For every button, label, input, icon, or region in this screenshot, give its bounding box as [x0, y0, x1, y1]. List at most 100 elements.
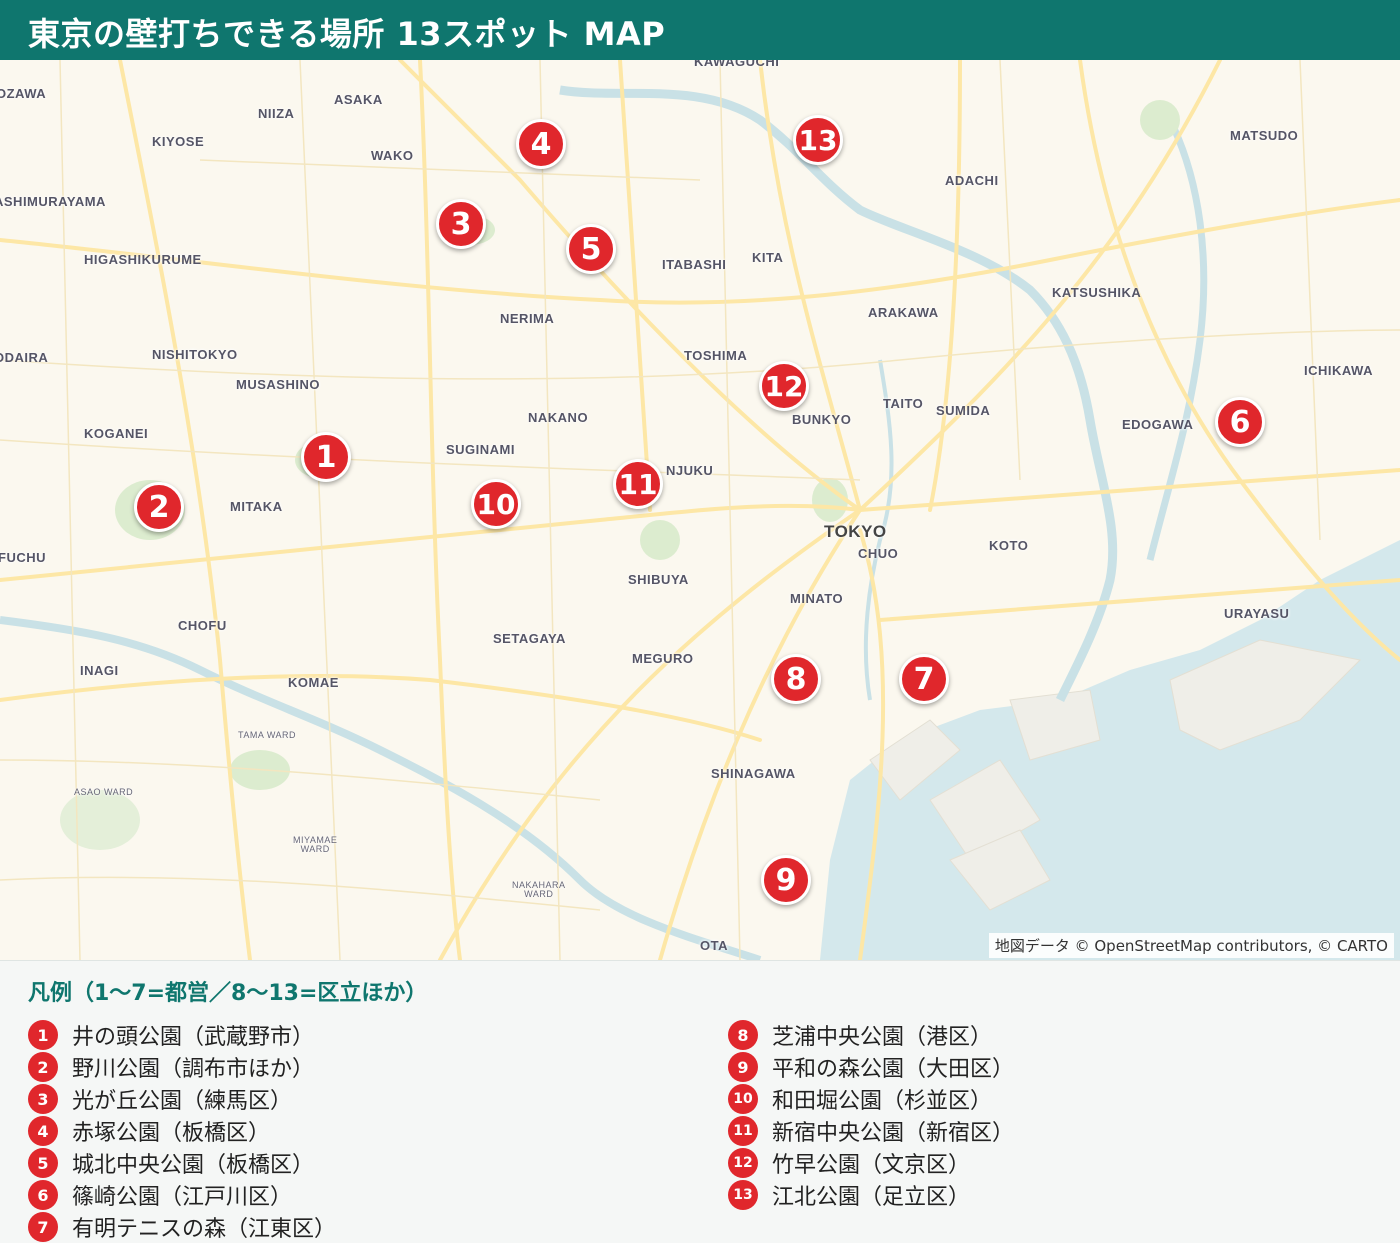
place-label-adachi: ADACHI: [945, 173, 999, 188]
place-label-higashikurume: HIGASHIKURUME: [84, 252, 202, 267]
place-label-suginami: SUGINAMI: [446, 442, 515, 457]
place-label-miyamae-ward: MIYAMAE WARD: [293, 835, 338, 854]
place-label-minato: MINATO: [790, 591, 844, 606]
place-label-matsudo: MATSUDO: [1230, 128, 1299, 143]
legend-label: 有明テニスの森（江東区）: [72, 1217, 337, 1242]
legend-label: 篠崎公園（江戸川区）: [72, 1185, 293, 1210]
place-label-chuo: CHUO: [858, 546, 899, 561]
legend-label: 光が丘公園（練馬区）: [72, 1089, 293, 1114]
legend-label: 城北中央公園（板橋区）: [72, 1153, 315, 1178]
legend-item-4: 4 赤塚公園（板橋区）: [28, 1115, 336, 1147]
place-label-nishitokyo: NISHITOKYO: [152, 347, 238, 362]
legend-number-badge: 3: [28, 1084, 58, 1114]
map-marker-2[interactable]: 2: [134, 482, 184, 532]
legend-label: 平和の森公園（大田区）: [772, 1057, 1015, 1082]
map-marker-8[interactable]: 8: [771, 654, 821, 704]
map-marker-12[interactable]: 12: [759, 361, 809, 411]
place-label-kita: KITA: [752, 250, 784, 265]
legend-number-badge: 4: [28, 1116, 58, 1146]
place-label-asao-ward: ASAO WARD: [74, 787, 134, 797]
place-label-asaka: ASAKA: [334, 92, 383, 107]
legend-item-3: 3 光が丘公園（練馬区）: [28, 1083, 336, 1115]
map-marker-9[interactable]: 9: [761, 855, 811, 905]
place-label-urayasu: URAYASU: [1224, 606, 1290, 621]
legend-item-8: 8 芝浦中央公園（港区）: [728, 1019, 1014, 1051]
place-label-nakano: NAKANO: [528, 410, 589, 425]
legend-item-9: 9 平和の森公園（大田区）: [728, 1051, 1014, 1083]
legend-item-2: 2 野川公園（調布市ほか）: [28, 1051, 336, 1083]
place-label-inagi: INAGI: [80, 663, 119, 678]
header-bar: 東京の壁打ちできる場所 13スポット MAP: [0, 0, 1400, 60]
legend-number-badge: 1: [28, 1020, 58, 1050]
place-label-ichikawa: ICHIKAWA: [1304, 363, 1373, 378]
place-label-koganei: KOGANEI: [84, 426, 149, 441]
place-label-nakahara-ward: NAKAHARA WARD: [512, 880, 566, 899]
map-marker-4[interactable]: 4: [516, 119, 566, 169]
place-label-shibuya: SHIBUYA: [628, 572, 689, 587]
legend-number-badge: 13: [728, 1180, 758, 1210]
legend-label: 和田堀公園（杉並区）: [772, 1089, 993, 1114]
legend-number-badge: 5: [28, 1148, 58, 1178]
place-label-bunkyo: BUNKYO: [792, 412, 852, 427]
legend-column-left: 1 井の頭公園（武蔵野市） 2 野川公園（調布市ほか） 3 光が丘公園（練馬区） 4 赤塚公園…: [28, 1019, 336, 1243]
page-title: 東京の壁打ちできる場所 13スポット MAP: [28, 15, 666, 53]
place-label-ashimurayama: ASHIMURAYAMA: [0, 194, 106, 209]
legend-label: 野川公園（調布市ほか）: [72, 1057, 315, 1082]
legend-item-11: 11 新宿中央公園（新宿区）: [728, 1115, 1014, 1147]
place-label-komae: KOMAE: [288, 675, 339, 690]
place-label-niiza: NIIZA: [258, 106, 295, 121]
legend-number-badge: 6: [28, 1180, 58, 1210]
map-marker-1[interactable]: 1: [301, 432, 351, 482]
place-label-kiyose: KIYOSE: [152, 134, 205, 149]
place-label-ota: OTA: [700, 938, 728, 953]
map-marker-7[interactable]: 7: [899, 654, 949, 704]
legend-label: 新宿中央公園（新宿区）: [772, 1121, 1015, 1146]
legend-item-13: 13 江北公園（足立区）: [728, 1179, 1014, 1211]
place-label-musashino: MUSASHINO: [236, 377, 320, 392]
map-basemap: [0, 60, 1400, 960]
map-marker-11[interactable]: 11: [613, 459, 663, 509]
legend-item-12: 12 竹早公園（文京区）: [728, 1147, 1014, 1179]
map-view[interactable]: OZAWA NIIZA ASAKA KAWAGUCHI KIYOSE WAKO MATSUD…: [0, 60, 1400, 960]
place-label-setagaya: SETAGAYA: [493, 631, 566, 646]
legend-number-badge: 9: [728, 1052, 758, 1082]
legend-label: 赤塚公園（板橋区）: [72, 1121, 271, 1146]
legend-number-badge: 12: [728, 1148, 758, 1178]
map-attribution[interactable]: 地図データ © OpenStreetMap contributors, © CA…: [988, 933, 1394, 958]
legend-item-6: 6 篠崎公園（江戸川区）: [28, 1179, 336, 1211]
place-label-sumida: SUMIDA: [936, 403, 991, 418]
place-label-tokyo: TOKYO: [824, 522, 887, 541]
map-marker-5[interactable]: 5: [566, 224, 616, 274]
place-label-fuchu: FUCHU: [0, 550, 46, 565]
legend-label: 江北公園（足立区）: [772, 1185, 971, 1210]
legend-number-badge: 10: [728, 1084, 758, 1114]
legend-title: 凡例（1〜7=都営／8〜13=区立ほか）: [28, 981, 428, 1006]
place-label-chofu: CHOFU: [178, 618, 227, 633]
place-label-toshima: TOSHIMA: [684, 348, 748, 363]
place-label-taito: TAITO: [883, 396, 924, 411]
place-label-katsushika: KATSUSHIKA: [1052, 285, 1142, 300]
map-marker-10[interactable]: 10: [471, 479, 521, 529]
legend-item-1: 1 井の頭公園（武蔵野市）: [28, 1019, 336, 1051]
legend-number-badge: 8: [728, 1020, 758, 1050]
place-label-koto: KOTO: [989, 538, 1029, 553]
place-label-arakawa: ARAKAWA: [868, 305, 939, 320]
place-label-tama-ward: TAMA WARD: [238, 730, 296, 740]
legend-column-right: 8 芝浦中央公園（港区） 9 平和の森公園（大田区） 10 和田堀公園（杉並区） 11 新宿中…: [728, 1019, 1014, 1211]
place-label-ozawa: OZAWA: [0, 86, 47, 101]
legend-item-7: 7 有明テニスの森（江東区）: [28, 1211, 336, 1243]
place-label-edogawa: EDOGAWA: [1122, 417, 1194, 432]
legend-label: 竹早公園（文京区）: [772, 1153, 971, 1178]
place-label-mitaka: MITAKA: [230, 499, 283, 514]
place-label-wako: WAKO: [371, 148, 414, 163]
map-marker-3[interactable]: 3: [436, 199, 486, 249]
legend-label: 芝浦中央公園（港区）: [772, 1025, 993, 1050]
place-label-odaira: ODAIRA: [0, 350, 49, 365]
legend-label: 井の頭公園（武蔵野市）: [72, 1025, 315, 1050]
map-marker-13[interactable]: 13: [793, 115, 843, 165]
map-marker-6[interactable]: 6: [1215, 397, 1265, 447]
place-label-kawaguchi: KAWAGUCHI: [694, 60, 780, 69]
legend-panel: 凡例（1〜7=都営／8〜13=区立ほか） 1 井の頭公園（武蔵野市） 2 野川公園（調…: [0, 960, 1400, 1243]
legend-number-badge: 11: [728, 1116, 758, 1146]
place-label-shinagawa: SHINAGAWA: [711, 766, 796, 781]
